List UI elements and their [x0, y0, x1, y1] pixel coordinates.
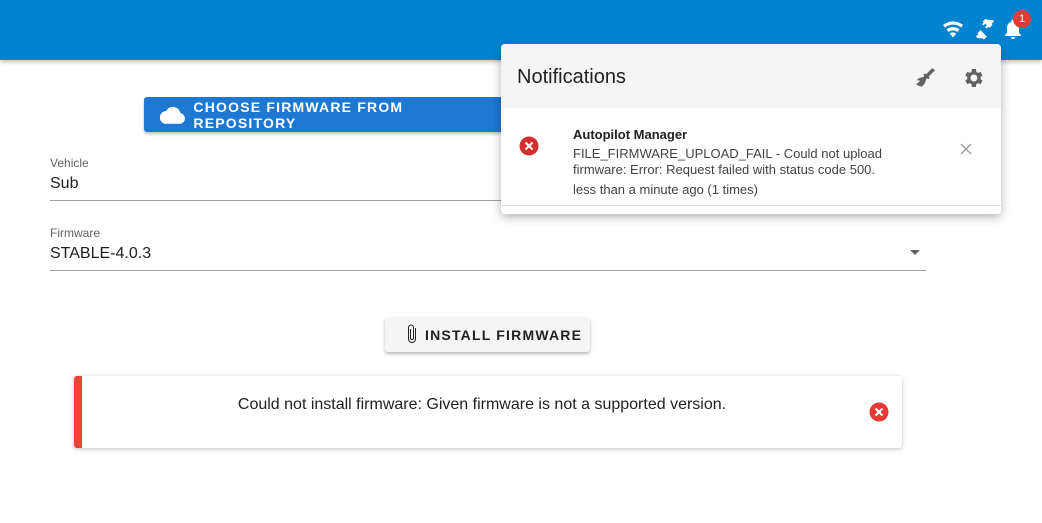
- chevron-down-icon[interactable]: [910, 250, 920, 255]
- firmware-select[interactable]: Firmware STABLE-4.0.3: [50, 226, 926, 271]
- alert-text: Could not install firmware: Given firmwa…: [237, 396, 727, 413]
- firmware-label: Firmware: [50, 226, 100, 240]
- notifications-header: Notifications: [501, 44, 1001, 108]
- vehicle-value: Sub: [50, 175, 79, 192]
- vehicle-label: Vehicle: [50, 156, 89, 170]
- plug-disconnected-icon[interactable]: [972, 16, 998, 42]
- notification-source: Autopilot Manager: [573, 127, 688, 142]
- notification-message: FILE_FIRMWARE_UPLOAD_FAIL - Could not up…: [573, 146, 882, 177]
- cloud-icon: [160, 106, 185, 124]
- install-firmware-button[interactable]: INSTALL FIRMWARE: [385, 317, 590, 352]
- page: 1 CHOOSE FIRMWARE FROM REPOSITORY Vehicl…: [0, 0, 1042, 523]
- close-circle-icon[interactable]: [869, 402, 889, 422]
- gear-icon[interactable]: [961, 66, 985, 90]
- notification-item: Autopilot Manager FILE_FIRMWARE_UPLOAD_F…: [501, 108, 1001, 206]
- paperclip-icon: [408, 324, 416, 343]
- notifications-title: Notifications: [517, 66, 626, 88]
- notification-badge: 1: [1013, 10, 1031, 28]
- notification-time: less than a minute ago (1 times): [573, 182, 758, 197]
- close-icon[interactable]: [960, 143, 972, 155]
- install-button-label: INSTALL FIRMWARE: [425, 326, 583, 343]
- firmware-value: STABLE-4.0.3: [50, 245, 152, 262]
- error-alert: Could not install firmware: Given firmwa…: [74, 376, 902, 448]
- error-icon: [519, 136, 539, 156]
- repo-button-label: CHOOSE FIRMWARE FROM REPOSITORY: [193, 98, 404, 131]
- broom-icon[interactable]: [913, 66, 937, 90]
- wifi-icon[interactable]: [940, 16, 966, 42]
- choose-firmware-repository-button[interactable]: CHOOSE FIRMWARE FROM REPOSITORY: [144, 97, 504, 132]
- vehicle-field[interactable]: Vehicle Sub: [50, 156, 510, 201]
- notifications-panel: Notifications Autopilot Manager FILE_FIR…: [501, 44, 1001, 214]
